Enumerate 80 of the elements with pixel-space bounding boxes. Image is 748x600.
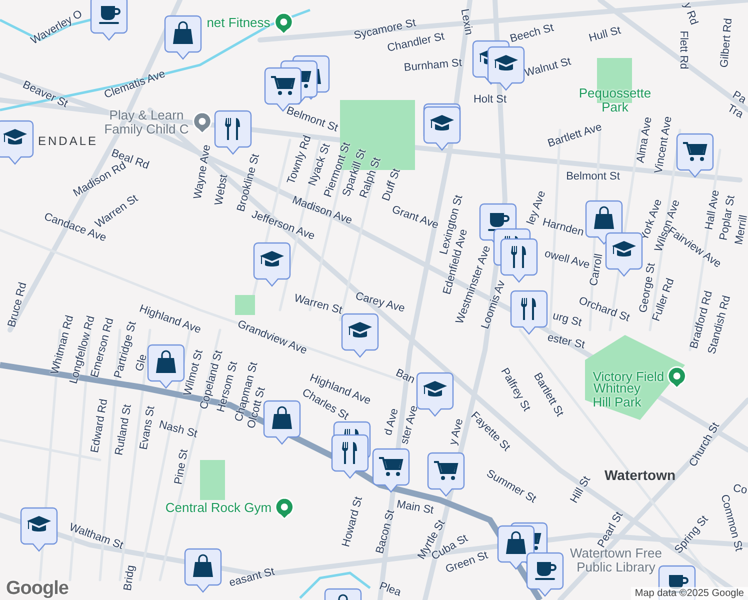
street-label: Gilbert Rd xyxy=(719,18,735,68)
street-label: Ban xyxy=(394,368,416,386)
street-label: Warren St xyxy=(292,293,344,317)
school-marker-icon[interactable] xyxy=(341,313,379,359)
marker-stack-icon[interactable] xyxy=(423,103,461,152)
street-label: Hill St xyxy=(569,474,593,506)
street-label: ester St xyxy=(546,332,586,352)
street-label: Hall Ave xyxy=(704,189,722,231)
street-label: Wayne Ave xyxy=(192,144,214,200)
street-label: ster Ave xyxy=(400,404,420,446)
street-label: Holt St xyxy=(474,94,506,106)
street-label: Main St xyxy=(396,499,434,517)
place-pin-icon[interactable] xyxy=(667,366,688,388)
school-marker-icon[interactable] xyxy=(0,120,34,166)
street-label: Hull St xyxy=(588,26,622,44)
google-logo: Google xyxy=(6,578,68,600)
street-label: Tra xyxy=(725,103,745,121)
street-label: Edward Rd xyxy=(90,398,110,454)
street-label: Nash St xyxy=(158,420,198,440)
place-label[interactable]: net Fitness xyxy=(206,16,270,30)
street-label: Harnden xyxy=(541,217,585,239)
cart-marker-icon[interactable] xyxy=(427,452,465,498)
place-pin-icon[interactable] xyxy=(192,111,212,133)
cart-marker-icon[interactable] xyxy=(676,133,714,179)
street-label: Beech St xyxy=(509,22,555,46)
place-label[interactable]: Watertown Free Public Library xyxy=(570,546,662,574)
street-label: Evans St xyxy=(138,405,158,451)
street-label: Gle xyxy=(134,353,150,373)
school-marker-icon[interactable] xyxy=(20,507,58,553)
street-label: Bartlett Ave xyxy=(546,122,604,150)
place-label[interactable]: Pequossette Park xyxy=(578,86,652,114)
street-label: Bridg xyxy=(122,564,138,592)
shopping-marker-icon[interactable] xyxy=(184,548,222,594)
street-label: urg St xyxy=(551,310,583,330)
street-label: Webst xyxy=(214,174,230,206)
shopping-marker-icon[interactable] xyxy=(147,344,185,390)
street-label: d Ave xyxy=(383,407,401,437)
street-label: Plea xyxy=(378,581,402,599)
street-label: Wilmot St xyxy=(182,348,206,398)
street-label: Howard St xyxy=(341,496,365,548)
place-label[interactable]: Play & Learn Family Child C xyxy=(104,108,189,136)
street-label: Loomis Av xyxy=(480,279,508,331)
street-label: Vincent Ave xyxy=(654,116,674,174)
map-attribution: Map data ©2025 Google xyxy=(630,587,748,600)
street-label: Merrill xyxy=(734,214,748,246)
place-label[interactable]: Victory Field xyxy=(592,370,664,384)
shopping-marker-icon[interactable] xyxy=(263,400,301,446)
street-label: Carey Ave xyxy=(354,291,406,315)
street-label: Rutland St xyxy=(114,404,134,456)
street-label: Lexin xyxy=(458,8,474,36)
place-label[interactable]: Whitney Hill Park xyxy=(592,381,642,409)
coffee-marker-icon[interactable] xyxy=(90,0,128,42)
restaurant-marker-icon[interactable] xyxy=(510,290,548,336)
street-label: Alma Ave xyxy=(636,116,654,164)
street-label: y Rd xyxy=(680,2,700,26)
street-label: Bruce Rd xyxy=(6,281,30,329)
street-label: easant St xyxy=(228,566,276,590)
street-label: Burnham St xyxy=(404,58,462,74)
street-label: y Ave xyxy=(448,418,466,446)
park-area xyxy=(200,460,225,500)
street-label: Pine St xyxy=(174,448,190,486)
area-label: Watertown xyxy=(604,468,676,482)
school-marker-icon[interactable] xyxy=(253,242,291,288)
street-label: Carroll xyxy=(588,253,606,287)
marker-stack-icon[interactable] xyxy=(497,522,564,598)
area-label: ENDALE xyxy=(38,135,98,147)
street-label: Flett Rd xyxy=(678,30,688,70)
street-label: Bacon St xyxy=(374,509,398,555)
street-label: owell Ave xyxy=(543,248,591,272)
street-label: Duff St xyxy=(381,167,403,203)
street-label: Belmont St xyxy=(566,172,620,182)
place-label[interactable]: Central Rock Gym xyxy=(165,501,272,515)
school-marker-icon[interactable] xyxy=(416,372,454,418)
street-label: Grant Ave xyxy=(390,204,440,232)
park-area xyxy=(235,295,255,315)
shopping-marker-icon[interactable] xyxy=(164,15,202,61)
street-label: Walnut St xyxy=(524,56,572,80)
place-pin-icon[interactable] xyxy=(273,12,294,34)
place-pin-icon[interactable] xyxy=(274,497,295,519)
marker-stack-icon[interactable] xyxy=(472,40,525,92)
